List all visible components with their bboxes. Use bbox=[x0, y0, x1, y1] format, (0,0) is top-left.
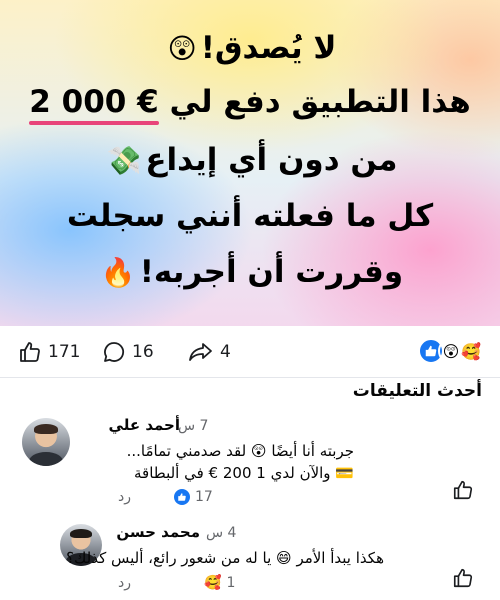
comment-text: هكذا يبدأ الأمر 😄 يا له من شعور رائع، أل… bbox=[66, 549, 384, 567]
comment-bubble-icon bbox=[104, 342, 125, 362]
avatar[interactable] bbox=[22, 418, 70, 466]
comment-text: 💳 والآن لدي 1 200 € في ألبطاقة bbox=[134, 464, 354, 482]
comment-reaction-count[interactable]: 17 bbox=[174, 489, 213, 505]
post-action-bar: 171 16 4 😲 🥰 bbox=[0, 326, 500, 378]
comment-reaction-count[interactable]: 🥰 1 bbox=[204, 575, 235, 591]
money-with-wings-icon: 💸 bbox=[106, 144, 142, 177]
care-reaction-icon: 🥰 bbox=[204, 575, 222, 591]
astonished-emoji-icon: 😲 bbox=[167, 32, 197, 65]
hero-line-1: لا يُصدق!😲 bbox=[0, 28, 500, 69]
hero-line-3: من دون أي إيداع💸 bbox=[0, 140, 500, 181]
reply-button[interactable]: رد bbox=[118, 489, 131, 505]
comment-button[interactable]: 16 bbox=[102, 338, 154, 366]
care-reaction-icon: 🥰 bbox=[458, 338, 484, 364]
comment-text: جربته أنا أيضًا 😲 لقد صدمني تمامًا... bbox=[126, 442, 354, 460]
latest-comments-heading[interactable]: أحدث التعليقات bbox=[353, 378, 482, 404]
comments-count: 16 bbox=[132, 342, 154, 362]
comment-time: 4 س bbox=[206, 525, 237, 541]
like-reaction-icon bbox=[174, 489, 190, 505]
shares-count: 4 bbox=[220, 342, 231, 362]
post-image-banner[interactable]: لا يُصدق!😲 هذا التطبيق دفع لي 2 000 € من… bbox=[0, 0, 500, 326]
share-button[interactable]: 4 bbox=[188, 338, 231, 366]
share-arrow-icon bbox=[189, 343, 212, 361]
reaction-summary[interactable]: 😲 🥰 bbox=[418, 338, 484, 366]
fire-icon: 🔥 bbox=[100, 256, 136, 289]
hero-line-4: كل ما فعلته أنني سجلت bbox=[66, 198, 434, 234]
comment-author[interactable]: أحمد علي bbox=[109, 416, 180, 434]
hero-line-2: هذا التطبيق دفع لي 2 000 € bbox=[29, 84, 471, 125]
hero-line-5: وقررت أن أجربه!🔥 bbox=[0, 252, 500, 293]
thumbs-up-icon[interactable] bbox=[452, 479, 474, 501]
likes-count: 171 bbox=[48, 342, 81, 362]
reply-button[interactable]: رد bbox=[118, 575, 131, 591]
comment-author[interactable]: محمد حسن bbox=[116, 523, 200, 541]
thumbs-up-icon bbox=[20, 342, 40, 362]
comment-time: 7 س bbox=[178, 418, 209, 434]
thumbs-up-icon[interactable] bbox=[452, 567, 474, 589]
like-button[interactable]: 171 bbox=[18, 338, 80, 366]
hero-amount: 2 000 € bbox=[29, 84, 160, 125]
